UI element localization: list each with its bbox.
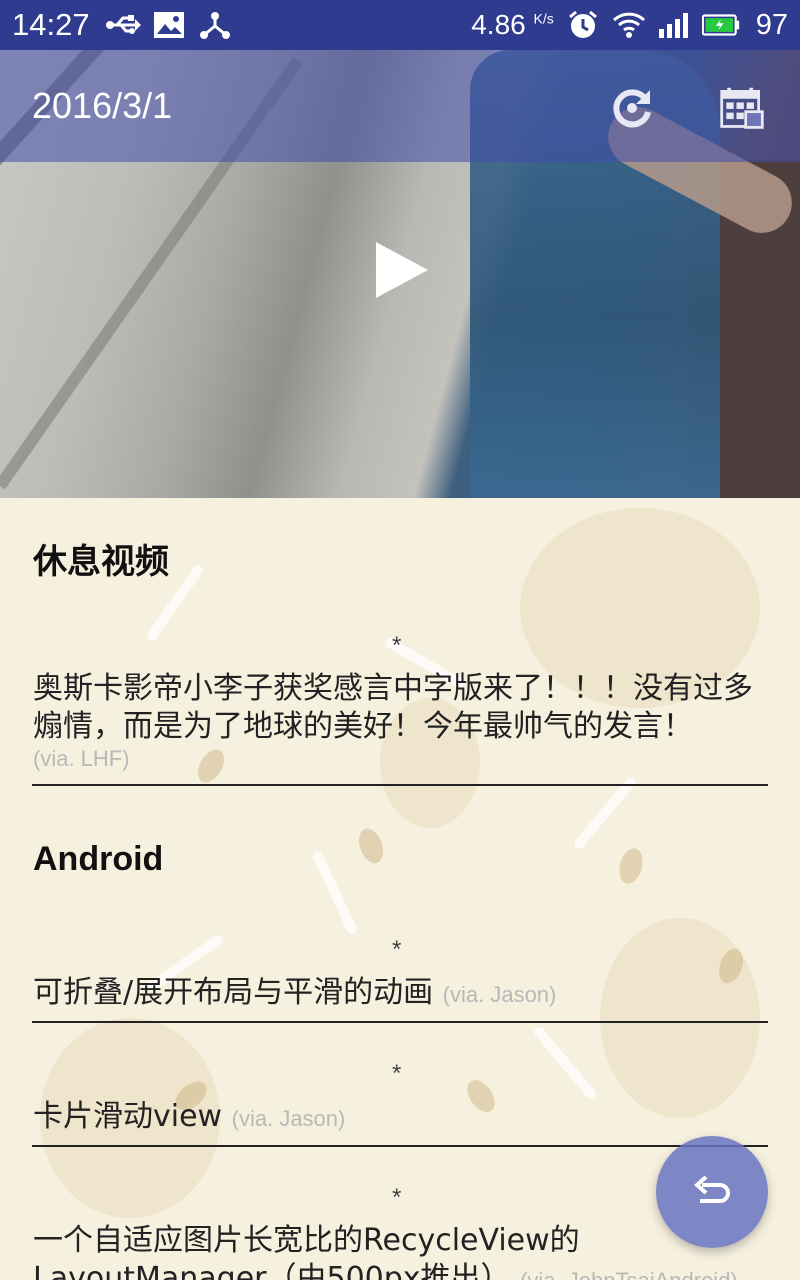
- play-icon: [376, 242, 428, 298]
- toolbar-date: 2016/3/1: [32, 85, 173, 126]
- calendar-icon: [720, 87, 764, 129]
- refresh-icon: [613, 89, 651, 128]
- share-icon: [196, 10, 234, 40]
- list-item[interactable]: 卡片滑动view (via. Jason): [33, 1098, 773, 1138]
- list-item[interactable]: 一个自适应图片长宽比的RecycleView的LayoutManager（由50…: [33, 1222, 753, 1280]
- battery-level: 97: [755, 8, 788, 41]
- section-title-rest-video: 休息视频: [33, 542, 169, 582]
- battery-icon: [701, 10, 740, 40]
- signal-3g-icon: [656, 10, 694, 40]
- list-item[interactable]: 可折叠/展开布局与平滑的动画 (via. Jason): [33, 974, 773, 1014]
- image-icon: [150, 10, 188, 40]
- back-icon: [693, 1175, 730, 1203]
- item-via: (via. LHF): [33, 746, 130, 771]
- item-title: 可折叠/展开布局与平滑的动画: [33, 975, 434, 1010]
- calendar-button[interactable]: [718, 84, 766, 132]
- item-via: (via. Jason): [442, 982, 557, 1007]
- status-time: 14:27: [12, 7, 90, 42]
- item-title: 一个自适应图片长宽比的RecycleView的LayoutManager（由50…: [33, 1223, 580, 1280]
- item-star: *: [392, 1184, 402, 1211]
- wifi-icon: [610, 10, 648, 40]
- network-speed: 4.86 K/s: [471, 9, 554, 40]
- item-star: *: [392, 936, 402, 963]
- item-title: 奥斯卡影帝小李子获奖感言中字版来了！！！没有过多煽情，而是为了地球的美好！今年最…: [33, 671, 753, 744]
- item-star: *: [392, 632, 402, 659]
- divider: [32, 1145, 768, 1147]
- divider: [32, 784, 768, 786]
- app-toolbar: 2016/3/1: [0, 50, 800, 162]
- section-title-android: Android: [33, 840, 164, 878]
- usb-icon: [104, 10, 142, 40]
- play-button[interactable]: [368, 238, 432, 302]
- list-item[interactable]: 奥斯卡影帝小李子获奖感言中字版来了！！！没有过多煽情，而是为了地球的美好！今年最…: [33, 670, 773, 746]
- item-via: (via. JohnTsaiAndroid): [520, 1268, 738, 1280]
- item-via: (via. Jason): [231, 1106, 346, 1131]
- item-title: 卡片滑动view: [33, 1099, 223, 1134]
- alarm-icon: [564, 10, 602, 40]
- refresh-button[interactable]: [608, 84, 656, 132]
- back-fab[interactable]: [656, 1136, 768, 1248]
- divider: [32, 1021, 768, 1023]
- status-bar: 14:27 4.86 K/s 97: [0, 0, 800, 50]
- item-star: *: [392, 1060, 402, 1087]
